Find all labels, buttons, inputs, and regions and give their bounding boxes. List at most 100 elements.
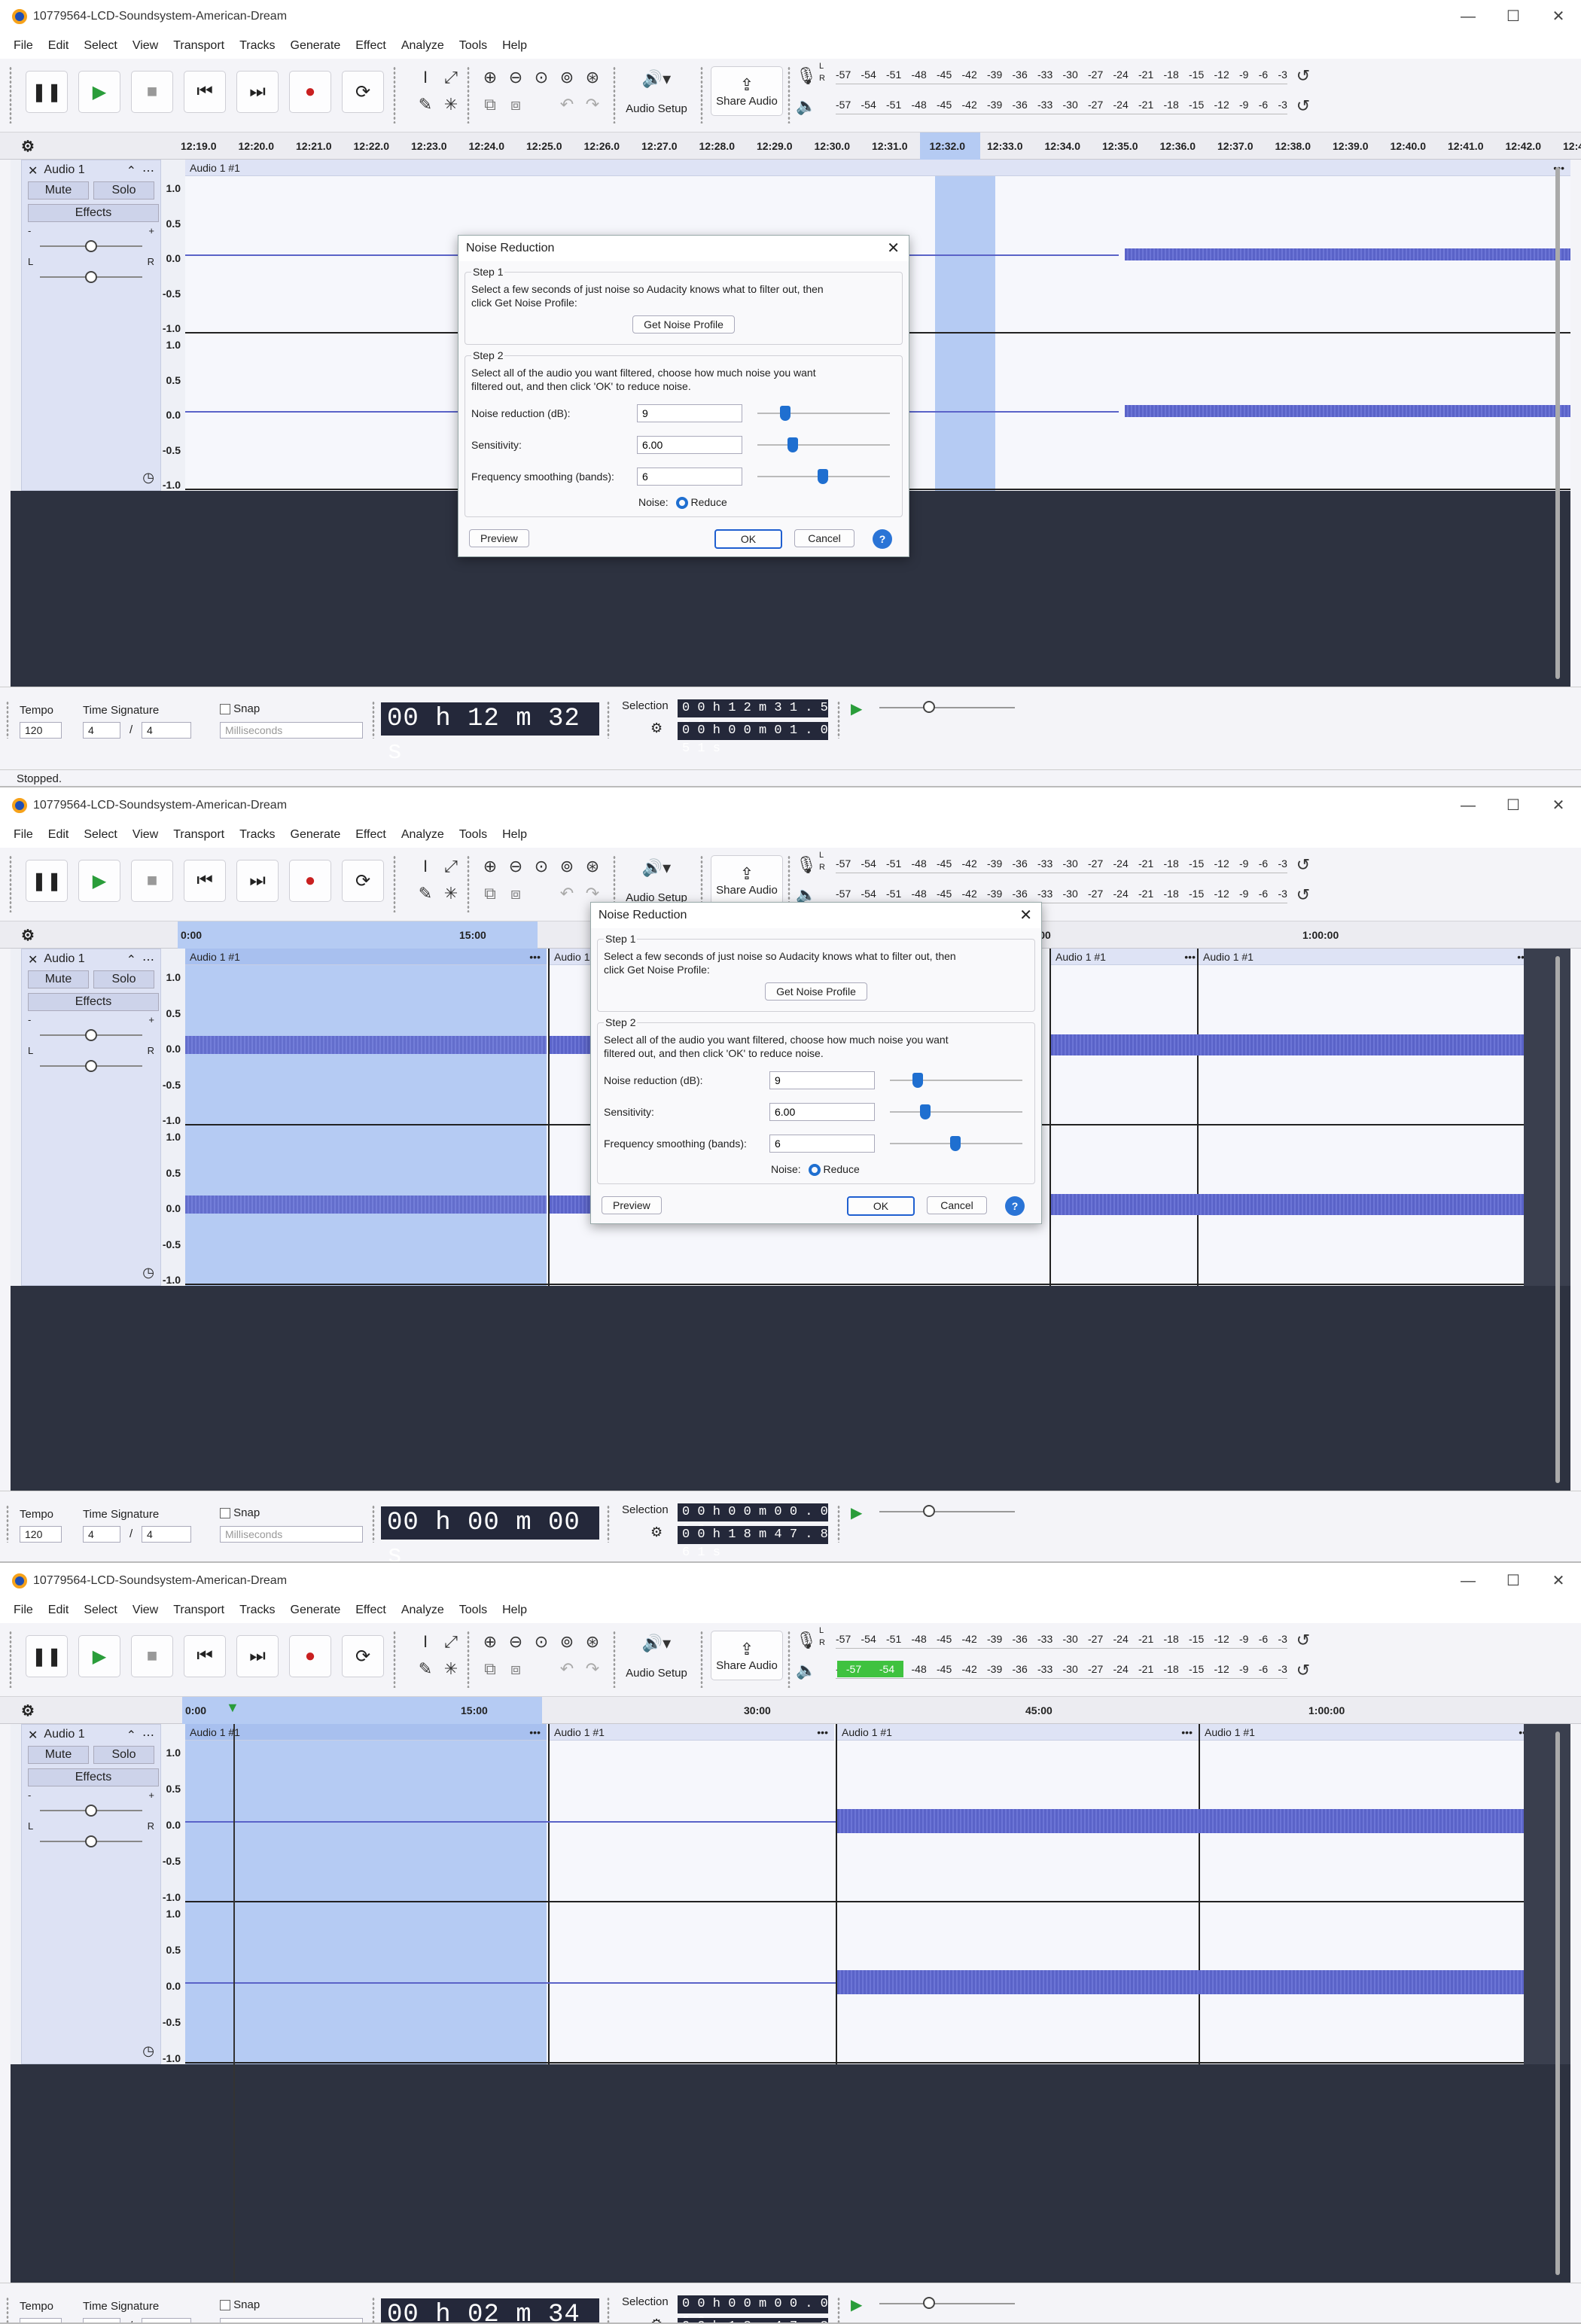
zoom-out-icon[interactable]: ⊖	[504, 857, 527, 876]
menu-effect[interactable]: Effect	[348, 1604, 394, 1617]
record-meter[interactable]: -57 -54 -51 -48 -45 -42 -39 -36 -33 -30 -27 -24 -21-…	[836, 854, 1287, 873]
clip-header[interactable]: Audio 1 #1 •••	[550, 1724, 834, 1741]
zoom-in-icon[interactable]: ⊕	[479, 1632, 501, 1652]
noise-reduction-slider[interactable]	[890, 1073, 1022, 1088]
selection-end[interactable]: 0 0 h 1 8 m 4 7 . 8 6 1 s	[678, 2318, 828, 2322]
pause-button[interactable]: ❚❚	[26, 71, 68, 113]
effects-button[interactable]: Effects	[28, 993, 159, 1011]
draw-tool-icon[interactable]: ✎	[414, 95, 437, 114]
toolbar-grip[interactable]	[607, 1505, 610, 1543]
timeline-options-icon[interactable]: ⚙	[21, 137, 35, 156]
record-button[interactable]: ●	[289, 860, 331, 902]
effects-button[interactable]: Effects	[28, 204, 159, 222]
track-menu-icon[interactable]: ⋯	[136, 163, 154, 178]
toolbar-grip[interactable]	[613, 66, 616, 123]
menu-select[interactable]: Select	[76, 39, 124, 53]
solo-button[interactable]: Solo	[93, 1746, 154, 1764]
pan-slider[interactable]	[32, 267, 150, 287]
track-menu-icon[interactable]: ⋯	[136, 952, 154, 967]
close-icon[interactable]: ✕	[1019, 903, 1032, 928]
play-at-speed-icon[interactable]: ▶	[851, 2295, 862, 2314]
minimize-button[interactable]: —	[1445, 0, 1491, 33]
snap-unit-select[interactable]: Milliseconds	[220, 722, 363, 739]
close-window-button[interactable]: ✕	[1536, 1564, 1581, 1598]
mute-button[interactable]: Mute	[28, 1746, 89, 1764]
pan-slider[interactable]	[32, 1832, 150, 1851]
close-track-icon[interactable]: ✕	[28, 952, 38, 967]
undo-icon[interactable]: ↶	[556, 95, 578, 114]
toolbar-grip[interactable]	[372, 2297, 375, 2322]
clip-menu-icon[interactable]: •••	[1184, 949, 1196, 965]
collapse-icon[interactable]: ⌃	[126, 163, 136, 178]
close-icon[interactable]: ✕	[887, 236, 900, 261]
selection-region[interactable]	[185, 1741, 547, 2064]
menu-file[interactable]: File	[6, 1604, 41, 1617]
selection-end[interactable]: 0 0 h 1 8 m 4 7 . 8 6 1 s	[678, 1526, 828, 1560]
selection-options-icon[interactable]: ⚙	[650, 1524, 663, 1540]
pause-button[interactable]: ❚❚	[26, 860, 68, 902]
skip-end-button[interactable]: ⏭	[236, 1635, 279, 1677]
reduce-radio[interactable]	[808, 1164, 821, 1177]
clip-menu-icon[interactable]: •••	[1181, 1724, 1193, 1741]
menu-edit[interactable]: Edit	[41, 1604, 77, 1617]
multi-tool-icon[interactable]: ✳	[440, 884, 462, 903]
redo-icon[interactable]: ↷	[581, 884, 604, 903]
menu-help[interactable]: Help	[495, 39, 535, 53]
vertical-scrollbar[interactable]	[1555, 956, 1560, 1483]
time-signature-denominator[interactable]: 4	[142, 2318, 191, 2322]
share-audio-button[interactable]: ⇪ Share Audio	[711, 1631, 783, 1680]
mute-button[interactable]: Mute	[28, 970, 89, 988]
loop-button[interactable]: ⟳	[342, 1635, 384, 1677]
toolbar-grip[interactable]	[6, 2297, 9, 2322]
track-area[interactable]: ✕ Audio 1 ⌃ ⋯ Mute Solo Effects - + LR ◷ 1.0…	[11, 1724, 1570, 2283]
record-button[interactable]: ●	[289, 1635, 331, 1677]
noise-reduction-slider[interactable]	[757, 406, 890, 421]
menu-view[interactable]: View	[125, 828, 166, 842]
minimize-button[interactable]: —	[1445, 789, 1491, 822]
fit-selection-icon[interactable]: ⊙	[530, 857, 553, 876]
draw-tool-icon[interactable]: ✎	[414, 1659, 437, 1679]
menu-help[interactable]: Help	[495, 1604, 535, 1617]
fit-project-icon[interactable]: ⊚	[556, 1632, 578, 1652]
menu-select[interactable]: Select	[76, 828, 124, 842]
silence-icon[interactable]: ⧈	[504, 884, 527, 903]
collapse-icon[interactable]: ⌃	[126, 1728, 136, 1743]
pause-button[interactable]: ❚❚	[26, 1635, 68, 1677]
frequency-smoothing-slider[interactable]	[890, 1136, 1022, 1151]
fit-project-icon[interactable]: ⊚	[556, 857, 578, 876]
tempo-input[interactable]: 120	[20, 722, 62, 739]
track-name[interactable]: Audio 1	[38, 1728, 126, 1743]
maximize-button[interactable]: ☐	[1491, 1564, 1536, 1598]
menu-analyze[interactable]: Analyze	[394, 828, 452, 842]
zoom-toggle-icon[interactable]: ⊛	[581, 68, 604, 87]
toolbar-grip[interactable]	[700, 66, 703, 123]
menu-view[interactable]: View	[125, 1604, 166, 1617]
selection-start[interactable]: 0 0 h 1 2 m 3 1 . 5 7 9 s	[678, 699, 828, 733]
menu-transport[interactable]: Transport	[166, 39, 232, 53]
skip-end-button[interactable]: ⏭	[236, 860, 279, 902]
help-button[interactable]: ?	[873, 529, 892, 549]
tempo-input[interactable]: 120	[20, 1526, 62, 1543]
playback-meter[interactable]: -57-54-51-48-45-42-39-36-33-30-27-24-21-…	[836, 884, 1287, 903]
skip-start-button[interactable]: ⏮	[184, 860, 226, 902]
toolbar-grip[interactable]	[837, 1505, 840, 1543]
clip-menu-icon[interactable]: •••	[529, 949, 541, 965]
toolbar-grip[interactable]	[9, 66, 12, 123]
frequency-smoothing-slider[interactable]	[757, 469, 890, 484]
snap-checkbox[interactable]: Snap	[220, 702, 260, 715]
play-speed-knob[interactable]	[923, 701, 935, 713]
draw-tool-icon[interactable]: ✎	[414, 884, 437, 903]
zoom-out-icon[interactable]: ⊖	[504, 1632, 527, 1652]
ok-button[interactable]: OK	[714, 529, 782, 549]
get-noise-profile-button[interactable]: Get Noise Profile	[632, 315, 735, 334]
audio-setup-icon[interactable]: 🔊▾	[640, 1634, 673, 1653]
menu-effect[interactable]: Effect	[348, 39, 394, 53]
menu-tracks[interactable]: Tracks	[232, 39, 282, 53]
clip-header[interactable]: Audio 1 #1 •••	[837, 1724, 1199, 1741]
timeline-ruler[interactable]: ⚙ ▼ 0:00 15:00 30:00 45:00 1:00:00	[0, 1697, 1581, 1724]
time-signature-numerator[interactable]: 4	[83, 722, 120, 739]
menu-file[interactable]: File	[6, 828, 41, 842]
solo-button[interactable]: Solo	[93, 970, 154, 988]
effects-button[interactable]: Effects	[28, 1768, 159, 1786]
toolbar-grip[interactable]	[607, 2297, 610, 2322]
